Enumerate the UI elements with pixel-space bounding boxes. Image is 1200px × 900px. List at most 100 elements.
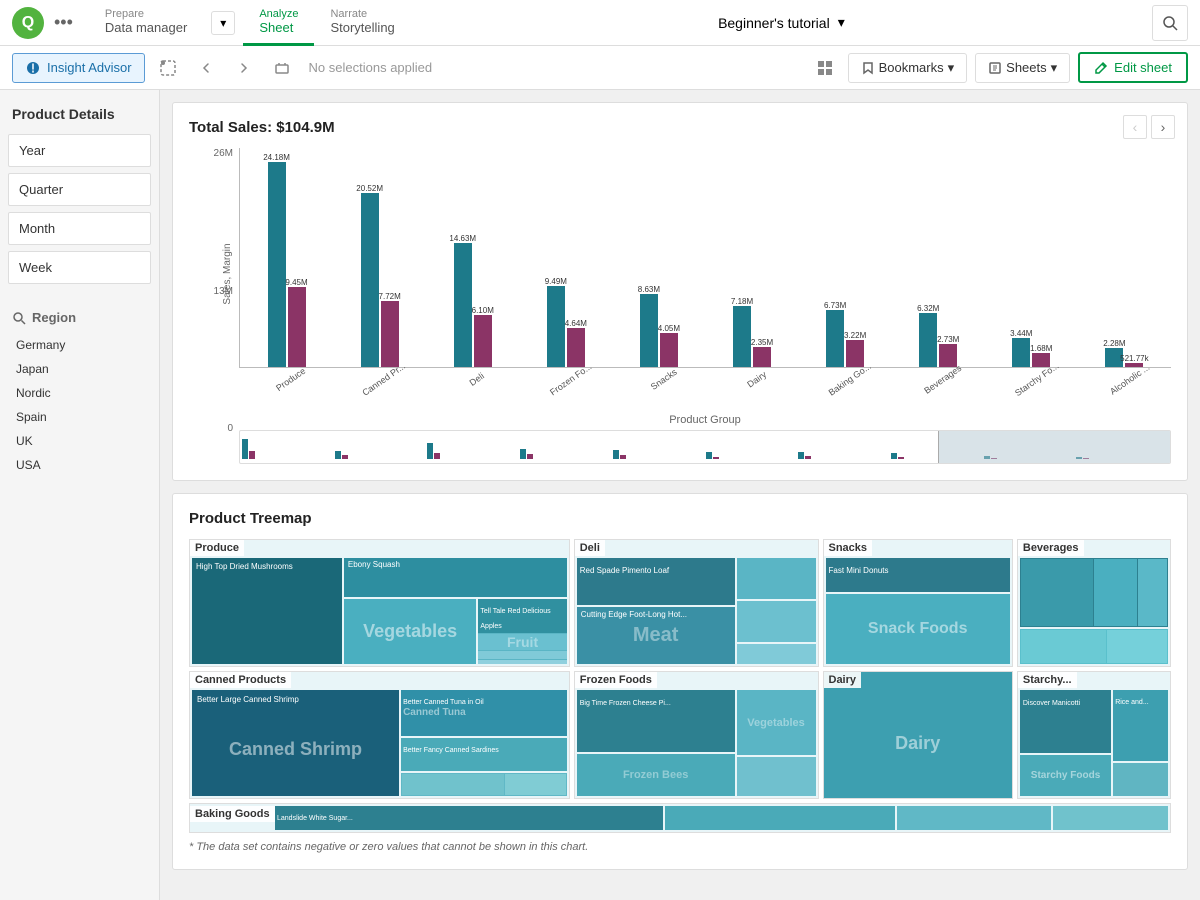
starchy-foods-block: Starchy Foods [1020,755,1111,796]
region-germany[interactable]: Germany [8,333,151,357]
sidebar-title: Product Details [8,98,151,134]
treemap-starchy[interactable]: Starchy... Discover Manicotti Starchy Fo… [1017,671,1171,799]
ebony-squash-block: Ebony Squash [344,558,567,597]
big-time-frozen-block: Big Time Frozen Cheese Pi... [577,690,735,752]
chart-nav-arrows: ‹ › [1123,115,1175,139]
region-search-row[interactable]: Region [8,306,151,333]
dairy-block: Dairy [824,672,1012,798]
app-title: Beginner's tutorial [718,15,830,31]
prepare-dropdown[interactable]: ▾ [211,11,235,35]
y-tick-26m: 26M [214,148,233,159]
region-uk[interactable]: UK [8,429,151,453]
bar-group-deli: 14.63M 6.10M [426,148,519,367]
app-menu-dots[interactable]: ••• [54,12,73,33]
tab-prepare[interactable]: Prepare Data manager [89,0,203,46]
sidebar-filter-month[interactable]: Month [8,212,151,245]
tell-tale-block: Tell Tale Red Delicious Apples [478,599,566,633]
search-icon [1162,15,1178,31]
starchy-label: Starchy... [1018,672,1077,688]
app-title-area: Beginner's tutorial ▾ [718,14,845,31]
bar-group-snacks: 8.63M 4.05M [612,148,705,367]
clear-selections-button[interactable] [267,53,297,83]
fast-mini-donuts-block: Fast Mini Donuts [826,558,1010,592]
treemap-title: Product Treemap [189,510,1171,527]
treemap-baking-row[interactable]: Baking Goods Landslide White Sugar... [189,803,1171,833]
scroll-thumb[interactable] [938,431,1171,463]
grid-view-button[interactable] [810,53,840,83]
x-axis-title: Product Group [239,414,1171,426]
content-area: ‹ › Total Sales: $104.9M 26M 13M 0 Sales… [160,90,1200,900]
selection-lasso-button[interactable] [153,53,183,83]
bar-group-dairy: 7.18M 2.35M [705,148,798,367]
produce-label: Produce [190,540,244,556]
treemap-dairy[interactable]: Dairy Dairy [823,671,1013,799]
treemap-deli[interactable]: Deli Red Spade Pimento Loaf Cutting Edge… [574,539,819,667]
title-dropdown-icon[interactable]: ▾ [838,14,845,31]
deli-label: Deli [575,540,605,556]
treemap-beverages[interactable]: Beverages [1017,539,1171,667]
chart-next-button[interactable]: › [1151,115,1175,139]
region-section: Region Germany Japan Nordic Spain UK USA [8,306,151,477]
bar-group-produce: 24.18M 9.45M [240,148,333,367]
global-search-button[interactable] [1152,5,1188,41]
baking-label: Baking Goods [190,806,275,822]
better-large-canned-shrimp-block: Better Large Canned Shrimp Canned Shrimp [192,690,399,796]
treemap-card: Product Treemap Produce High Top Dried M… [172,493,1188,870]
sidebar-filter-quarter[interactable]: Quarter [8,173,151,206]
insight-icon [25,60,41,76]
sidebar: Product Details Year Quarter Month Week … [0,90,160,900]
bar-teal-produce [268,162,286,367]
qlik-icon: Q [12,7,44,39]
tab-narrate[interactable]: Narrate Storytelling [314,0,410,46]
treemap-canned[interactable]: Canned Products Better Large Canned Shri… [189,671,570,799]
main-layout: Product Details Year Quarter Month Week … [0,90,1200,900]
edit-icon [1094,61,1108,75]
no-selections-text: No selections applied [309,60,433,75]
sidebar-filter-week[interactable]: Week [8,251,151,284]
region-japan[interactable]: Japan [8,357,151,381]
canned-label: Canned Products [190,672,291,688]
bar-chart-bars: 24.18M 9.45M 20 [239,148,1171,368]
treemap-grid: Produce High Top Dried Mushrooms Ebony S… [189,539,1171,799]
landslide-sugar-block: Landslide White Sugar... [275,806,663,830]
fruit-block: Fruit [478,634,566,650]
bar-group-alcoholic: 2.28M 521.77k [1078,148,1171,367]
treemap-produce[interactable]: Produce High Top Dried Mushrooms Ebony S… [189,539,570,667]
frozen-bees-block: Frozen Bees [577,754,735,796]
frozen-label: Frozen Foods [575,672,657,688]
bar-chart-card: ‹ › Total Sales: $104.9M 26M 13M 0 Sales… [172,102,1188,481]
region-search-icon [12,311,26,325]
bar-chart-title: Total Sales: $104.9M [189,119,1171,136]
insight-advisor-button[interactable]: Insight Advisor [12,53,145,83]
treemap-frozen[interactable]: Frozen Foods Big Time Frozen Cheese Pi..… [574,671,819,799]
toolbar-right: Bookmarks ▾ Sheets ▾ Edit sheet [810,52,1188,83]
region-usa[interactable]: USA [8,453,151,477]
tab-analyze[interactable]: Analyze Sheet [243,0,314,46]
better-fancy-sardines-block: Better Fancy Canned Sardines [401,738,567,770]
forward-button[interactable] [229,53,259,83]
bookmarks-button[interactable]: Bookmarks ▾ [848,53,968,83]
discover-manicotti-block: Discover Manicotti [1020,690,1111,753]
sidebar-filter-year[interactable]: Year [8,134,151,167]
edit-sheet-button[interactable]: Edit sheet [1078,52,1188,83]
app-logo[interactable]: Q [12,7,44,39]
nav-right-actions [1152,5,1188,41]
toolbar: Insight Advisor No selections applied [0,46,1200,90]
y-tick-0: 0 [227,423,233,434]
region-nordic[interactable]: Nordic [8,381,151,405]
treemap-footnote: * The data set contains negative or zero… [189,841,1171,853]
back-button[interactable] [191,53,221,83]
bar-group-frozen: 9.49M 4.64M [519,148,612,367]
chart-scrollbar[interactable] [239,430,1171,464]
region-spain[interactable]: Spain [8,405,151,429]
bar-group-beverages: 6.32M 2.73M [892,148,985,367]
better-canned-tuna-block: Better Canned Tuna in Oil Canned Tuna [401,690,567,736]
chart-prev-button[interactable]: ‹ [1123,115,1147,139]
high-top-mushrooms-block: High Top Dried Mushrooms [192,558,342,664]
y-axis-label: Sales, Margin [222,244,233,305]
vegetables-block: Vegetables [344,599,477,664]
red-spade-block: Red Spade Pimento Loaf [577,558,735,605]
bar-purple-produce [288,287,306,367]
treemap-snacks[interactable]: Snacks Fast Mini Donuts Snack Foods [823,539,1013,667]
sheets-button[interactable]: Sheets ▾ [975,53,1070,83]
